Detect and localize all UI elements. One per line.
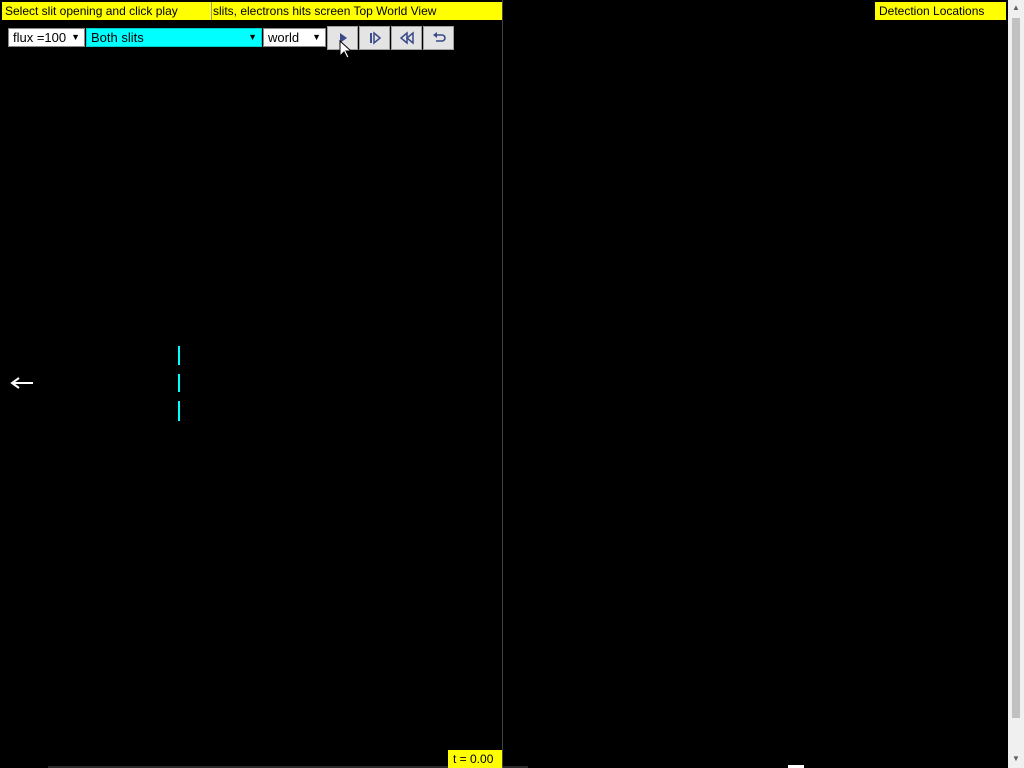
dropdown-arrow-icon: ▼ <box>71 32 80 42</box>
scene-canvas <box>10 346 804 768</box>
step-forward-button[interactable] <box>359 26 390 50</box>
flux-select[interactable]: flux =100 ▼ <box>8 28 85 47</box>
reset-icon <box>432 32 446 42</box>
rewind-icon <box>399 31 414 45</box>
detection-title: Detection Locations <box>875 2 1006 20</box>
arrow-left-icon <box>10 377 33 389</box>
step-forward-icon <box>369 31 381 45</box>
instruction-label: Select slit opening and click play <box>2 2 212 20</box>
dropdown-arrow-icon: ▼ <box>248 32 257 42</box>
slit-value: Both slits <box>91 30 144 45</box>
vertical-scrollbar[interactable]: ▲ ▼ <box>1008 0 1024 768</box>
scroll-down-icon[interactable]: ▼ <box>1012 754 1020 763</box>
slit-select[interactable]: Both slits ▼ <box>86 28 262 47</box>
mouse-cursor-icon <box>339 40 351 59</box>
dropdown-arrow-icon: ▼ <box>312 32 321 42</box>
time-readout: t = 0.00 <box>448 750 502 768</box>
reset-button[interactable] <box>423 26 454 50</box>
scroll-up-icon[interactable]: ▲ <box>1012 3 1020 12</box>
flux-value: flux =100 <box>13 30 67 45</box>
view-title: slits, electrons hits screen Top World V… <box>212 2 502 20</box>
scroll-thumb[interactable] <box>1012 18 1020 718</box>
rewind-button[interactable] <box>391 26 422 50</box>
view-select[interactable]: world ▼ <box>263 28 326 47</box>
view-value: world <box>268 30 300 45</box>
